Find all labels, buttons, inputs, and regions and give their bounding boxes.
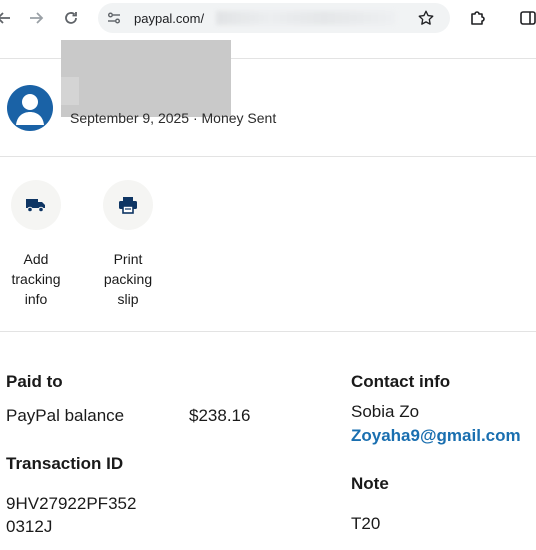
add-tracking-label: Add tracking info <box>6 249 66 309</box>
contact-info-heading: Contact info <box>351 372 451 391</box>
address-bar[interactable]: paypal.com/ <box>98 3 450 33</box>
contact-name: Sobia Zo <box>351 402 420 421</box>
bookmark-star-icon[interactable] <box>416 8 436 28</box>
side-panel-button[interactable] <box>514 4 536 32</box>
url-text: paypal.com/ <box>134 11 205 26</box>
add-tracking-label-line: tracking <box>11 271 61 287</box>
print-label-line: slip <box>117 291 139 307</box>
paid-to-heading: Paid to <box>6 372 63 391</box>
payment-method: PayPal balance <box>6 406 125 425</box>
extensions-button[interactable] <box>464 4 492 32</box>
print-label-line: packing <box>103 271 153 287</box>
print-label-line: Print <box>113 251 143 267</box>
avatar <box>7 85 53 131</box>
print-packing-slip-button[interactable]: Print packing slip <box>98 180 158 309</box>
transaction-id-line-2: 0312J <box>6 517 53 536</box>
transaction-id-heading: Transaction ID <box>6 454 124 473</box>
printer-icon <box>119 197 137 214</box>
redacted-fragment <box>61 77 79 105</box>
transaction-subtitle: September 9, 2025 · Money Sent <box>70 110 277 126</box>
note-heading: Note <box>351 474 389 493</box>
note-text: T20 <box>351 514 381 533</box>
reload-icon <box>65 12 77 24</box>
add-tracking-label-line: Add <box>23 251 49 267</box>
contact-email-link[interactable]: Zoyaha9@gmail.com <box>351 426 521 446</box>
transaction-id-line-1: 9HV27922PF352 <box>6 494 137 513</box>
back-arrow-icon <box>0 12 10 24</box>
forward-button[interactable] <box>22 4 50 32</box>
back-button[interactable] <box>0 4 18 32</box>
header-divider <box>0 156 536 157</box>
add-tracking-button[interactable]: Add tracking info <box>6 180 66 309</box>
payment-amount: $238.16 <box>189 406 251 425</box>
browser-toolbar: paypal.com/ <box>0 0 536 40</box>
truck-icon <box>26 199 45 213</box>
url-redaction <box>216 11 396 25</box>
puzzle-icon <box>471 11 485 25</box>
redacted-name <box>61 40 231 117</box>
site-info-icon[interactable] <box>106 10 122 26</box>
add-tracking-label-line: info <box>24 291 48 307</box>
forward-arrow-icon <box>30 12 44 24</box>
print-icon-circle <box>103 180 153 230</box>
side-panel-icon <box>520 11 536 25</box>
user-silhouette-icon <box>16 94 44 125</box>
reload-button[interactable] <box>57 4 85 32</box>
actions-divider <box>0 331 536 332</box>
add-tracking-icon-circle <box>11 180 61 230</box>
print-packing-slip-label: Print packing slip <box>98 249 158 309</box>
